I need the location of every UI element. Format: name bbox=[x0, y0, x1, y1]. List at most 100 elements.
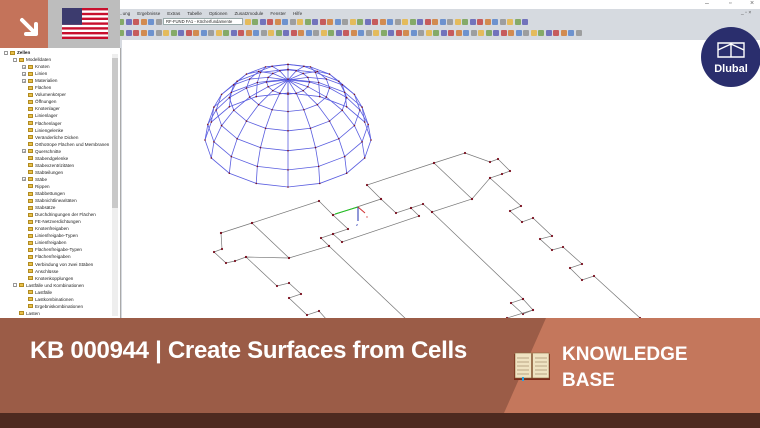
toolbar-button[interactable] bbox=[305, 29, 312, 36]
toolbar-button[interactable] bbox=[358, 29, 364, 36]
model-viewport[interactable]: xz bbox=[122, 40, 760, 322]
toolbar-button[interactable] bbox=[260, 29, 267, 36]
toolbar-button[interactable] bbox=[208, 29, 214, 36]
toolbar-button[interactable] bbox=[155, 18, 162, 25]
toolbar-button[interactable] bbox=[515, 29, 522, 36]
menu-item[interactable]: Tabelle bbox=[187, 11, 202, 16]
tree-item[interactable]: Öffnungen bbox=[22, 98, 56, 105]
tree-item[interactable]: + Materialien bbox=[22, 77, 57, 84]
menu-item[interactable]: Ergebnisse bbox=[137, 11, 160, 16]
tree-item[interactable]: Orthotrope Flächen und Membranen bbox=[22, 141, 109, 148]
tree-item[interactable]: Stabbettungen bbox=[22, 190, 65, 197]
toolbar-button[interactable] bbox=[342, 18, 348, 25]
toolbar-button[interactable] bbox=[252, 18, 258, 25]
toolbar-button[interactable] bbox=[439, 18, 446, 25]
project-select[interactable]: RF-FUND FA1 - Köcherfundamente bbox=[163, 18, 243, 25]
tree-item[interactable]: Veränderliche Dicken bbox=[22, 134, 78, 141]
tree-item[interactable]: FE-Netzverdichtungen bbox=[22, 218, 81, 225]
collapse-icon[interactable]: - bbox=[13, 57, 17, 62]
toolbar-button[interactable] bbox=[500, 29, 507, 36]
toolbar-button[interactable] bbox=[245, 29, 252, 36]
toolbar-button[interactable] bbox=[343, 29, 349, 36]
toolbar-button[interactable] bbox=[230, 29, 237, 36]
toolbar-button[interactable] bbox=[484, 18, 491, 25]
toolbar-button[interactable] bbox=[148, 29, 154, 36]
toolbar-button[interactable] bbox=[148, 18, 154, 25]
minimize-button[interactable]: – bbox=[705, 0, 709, 7]
toolbar-button[interactable] bbox=[462, 18, 468, 25]
toolbar-button[interactable] bbox=[170, 29, 177, 36]
toolbar-button[interactable] bbox=[507, 18, 513, 25]
toolbar-button[interactable] bbox=[334, 18, 341, 25]
collapse-icon[interactable]: - bbox=[4, 50, 8, 55]
toolbar-button[interactable] bbox=[499, 18, 506, 25]
toolbar-button[interactable] bbox=[328, 29, 334, 36]
expand-icon[interactable]: + bbox=[22, 78, 26, 83]
tree-item[interactable]: Linienfreigaben bbox=[22, 239, 66, 246]
toolbar-button[interactable] bbox=[388, 29, 394, 36]
toolbar-button[interactable] bbox=[275, 29, 282, 36]
menu-item[interactable]: Zusatzmodule bbox=[235, 11, 264, 16]
toolbar-button[interactable] bbox=[545, 29, 552, 36]
close-button[interactable]: × bbox=[750, 0, 754, 7]
toolbar-button[interactable] bbox=[193, 29, 199, 36]
toolbar-button[interactable] bbox=[470, 29, 477, 36]
tree-item[interactable]: Lasten bbox=[13, 310, 40, 317]
toolbar-button[interactable] bbox=[327, 18, 333, 25]
tree-item[interactable]: Stabsätze bbox=[22, 204, 55, 211]
toolbar-button[interactable] bbox=[365, 29, 372, 36]
toolbar-button[interactable] bbox=[283, 29, 289, 36]
toolbar-button[interactable] bbox=[403, 29, 409, 36]
toolbar-button[interactable] bbox=[238, 29, 244, 36]
toolbar-button[interactable] bbox=[244, 18, 251, 25]
us-flag-icon[interactable] bbox=[62, 8, 108, 39]
toolbar-button[interactable] bbox=[282, 18, 288, 25]
tree-item[interactable]: Lastkombinationen bbox=[22, 296, 74, 303]
tree-item[interactable]: Lastfälle bbox=[22, 289, 52, 296]
toolbar-button[interactable] bbox=[425, 29, 432, 36]
model-view[interactable]: xz bbox=[122, 40, 760, 322]
toolbar-button[interactable] bbox=[140, 29, 147, 36]
tree-item[interactable]: + Querschnitte bbox=[22, 148, 61, 155]
tree-item[interactable]: Flächenlager bbox=[22, 120, 62, 127]
tree-item[interactable]: - Modelldaten bbox=[13, 56, 51, 63]
toolbar-button[interactable] bbox=[447, 18, 453, 25]
inner-window-controls[interactable]: _ ▫ × bbox=[741, 10, 751, 16]
toolbar-button[interactable] bbox=[424, 18, 431, 25]
toolbar-button[interactable] bbox=[455, 29, 462, 36]
tree-item[interactable]: Anschlüsse bbox=[22, 268, 59, 275]
toolbar-button[interactable] bbox=[508, 29, 514, 36]
collapse-icon[interactable]: - bbox=[13, 283, 17, 288]
toolbar-button[interactable] bbox=[530, 29, 537, 36]
toolbar-button[interactable] bbox=[357, 18, 363, 25]
toolbar-button[interactable] bbox=[523, 29, 529, 36]
toolbar-button[interactable] bbox=[178, 29, 184, 36]
tree-item[interactable]: Knotenkopplungen bbox=[22, 275, 73, 282]
toolbar-button[interactable] bbox=[304, 18, 311, 25]
toolbar-button[interactable] bbox=[185, 29, 192, 36]
toolbar-button[interactable] bbox=[395, 29, 402, 36]
toolbar-button[interactable] bbox=[253, 29, 259, 36]
tree-item[interactable]: Durchdringungen der Flächen bbox=[22, 211, 96, 218]
toolbar-button[interactable] bbox=[133, 29, 139, 36]
tree-item[interactable]: Knotenfreigaben bbox=[22, 225, 69, 232]
tree-item[interactable]: Volumenkörper bbox=[22, 91, 66, 98]
toolbar-button[interactable] bbox=[379, 18, 386, 25]
toolbar-button[interactable] bbox=[312, 18, 318, 25]
toolbar-button[interactable] bbox=[514, 18, 521, 25]
toolbar-button[interactable] bbox=[538, 29, 544, 36]
menu-item[interactable]: Optionen bbox=[209, 11, 228, 16]
tree-scrollbar-thumb[interactable] bbox=[112, 58, 118, 208]
tree-item[interactable]: + Linien bbox=[22, 70, 47, 77]
toolbar-button[interactable] bbox=[418, 29, 424, 36]
toolbar-button[interactable] bbox=[432, 18, 438, 25]
toolbar-button[interactable] bbox=[402, 18, 408, 25]
tree-item[interactable]: Flächenfreigaben bbox=[22, 253, 71, 260]
toolbar-button[interactable] bbox=[440, 29, 447, 36]
tree-item[interactable]: - Zellen bbox=[4, 49, 30, 56]
toolbar-button[interactable] bbox=[448, 29, 454, 36]
toolbar-button[interactable] bbox=[485, 29, 492, 36]
menu-item[interactable]: Extras bbox=[167, 11, 180, 16]
toolbar-button[interactable] bbox=[454, 18, 461, 25]
toolbar-button[interactable] bbox=[268, 29, 274, 36]
